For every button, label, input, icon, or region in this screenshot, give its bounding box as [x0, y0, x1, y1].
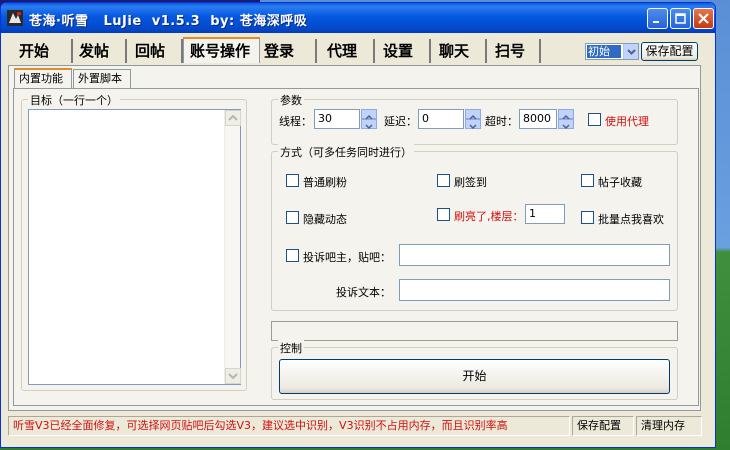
complain-text-input[interactable]: [399, 279, 670, 301]
threads-stepper[interactable]: [361, 109, 377, 130]
minimize-button[interactable]: [647, 8, 668, 29]
use-proxy-label: 使用代理: [605, 115, 649, 128]
progress-bar: [271, 321, 678, 341]
tab-login[interactable]: 登录: [260, 39, 317, 63]
hide-feed-label: 隐藏动态: [303, 213, 347, 226]
title-bar[interactable]: 苍海·听雪 LuJie v1.5.3 by: 苍海深呼吸: [1, 3, 715, 33]
preset-select[interactable]: 初始: [585, 43, 639, 60]
close-button[interactable]: [693, 8, 714, 29]
tab-chat[interactable]: 聊天: [429, 39, 487, 63]
tab-scan[interactable]: 扫号: [485, 39, 541, 63]
close-icon: [698, 13, 709, 24]
delay-stepper[interactable]: [465, 109, 481, 130]
timeout-stepper[interactable]: [558, 109, 574, 130]
stepper-up-icon[interactable]: [558, 109, 574, 120]
tab-start[interactable]: 开始: [9, 39, 73, 63]
tab-reply[interactable]: 回帖: [125, 39, 183, 63]
hide-feed-checkbox[interactable]: [286, 211, 299, 224]
timeout-input[interactable]: 8000: [519, 109, 557, 129]
status-clear-memory[interactable]: 清理内存: [636, 416, 702, 436]
complain-label: 投诉吧主，贴吧：: [303, 251, 391, 264]
maximize-button[interactable]: [670, 8, 691, 29]
save-config-button-top[interactable]: 保存配置: [641, 42, 698, 61]
complain-checkbox[interactable]: [286, 249, 299, 262]
scroll-down-icon[interactable]: [225, 368, 241, 384]
tab-proxy[interactable]: 代理: [317, 39, 375, 63]
window-title: 苍海·听雪 LuJie v1.5.3 by: 苍海深呼吸: [29, 14, 308, 29]
tab-settings[interactable]: 设置: [373, 39, 431, 63]
sign-in-label: 刷签到: [454, 176, 487, 189]
minimize-icon: [653, 21, 659, 23]
threads-input[interactable]: 30: [314, 109, 360, 129]
subtab-external-script[interactable]: 外置脚本: [73, 69, 131, 88]
bright-floor-label: 刷亮了,楼层：: [454, 210, 524, 223]
target-textarea[interactable]: [28, 109, 241, 385]
delay-input[interactable]: 0: [418, 109, 464, 129]
subtab-builtin[interactable]: 内置功能: [14, 68, 72, 89]
complain-text-label: 投诉文本：: [336, 286, 391, 299]
normal-fans-checkbox[interactable]: [286, 174, 299, 187]
stepper-down-icon[interactable]: [558, 119, 574, 130]
complain-forum-input[interactable]: [399, 244, 670, 266]
params-group-label: 参数: [278, 92, 304, 108]
batch-like-checkbox[interactable]: [581, 211, 594, 224]
maximize-icon: [675, 13, 686, 24]
target-scrollbar[interactable]: [224, 110, 241, 384]
delay-label: 延迟：: [384, 115, 417, 128]
batch-like-label: 批量点我喜欢: [598, 213, 664, 226]
status-message: 听雪V3已经全面修复，可选择网页贴吧后勾选V3，建议选中识别，V3识别不占用内存…: [8, 416, 570, 436]
stepper-down-icon[interactable]: [465, 119, 481, 130]
use-proxy-checkbox[interactable]: [588, 113, 601, 126]
control-group-label: 控制: [278, 340, 304, 356]
target-group-label: 目标（一行一个）: [28, 92, 120, 108]
app-window: 苍海·听雪 LuJie v1.5.3 by: 苍海深呼吸 开始 发帖 回帖 账号…: [0, 2, 716, 448]
app-logo-icon: [7, 10, 23, 26]
floor-input[interactable]: 1: [525, 204, 565, 224]
preset-select-value: 初始: [587, 45, 621, 58]
normal-fans-label: 普通刷粉: [303, 176, 347, 189]
timeout-label: 超时：: [485, 115, 518, 128]
modes-group-label: 方式（可多任务同时进行）: [278, 144, 414, 160]
tab-post[interactable]: 发帖: [69, 39, 127, 63]
stepper-up-icon[interactable]: [361, 109, 377, 120]
status-save-config[interactable]: 保存配置: [572, 416, 634, 436]
main-tab-bar: 开始 发帖 回帖 账号操作 登录 代理 设置 聊天 扫号: [5, 37, 565, 65]
start-button[interactable]: 开始: [279, 359, 670, 394]
favorite-post-label: 帖子收藏: [598, 176, 642, 189]
threads-label: 线程：: [279, 115, 312, 128]
stepper-down-icon[interactable]: [361, 119, 377, 130]
favorite-post-checkbox[interactable]: [581, 174, 594, 187]
chevron-down-icon[interactable]: [623, 44, 638, 59]
scroll-up-icon[interactable]: [225, 110, 241, 126]
bright-floor-checkbox[interactable]: [437, 208, 450, 221]
stepper-up-icon[interactable]: [465, 109, 481, 120]
sign-in-checkbox[interactable]: [437, 174, 450, 187]
tab-account-ops[interactable]: 账号操作: [183, 37, 260, 63]
status-bar: 听雪V3已经全面修复，可选择网页贴吧后勾选V3，建议选中识别，V3识别不占用内存…: [8, 416, 711, 436]
